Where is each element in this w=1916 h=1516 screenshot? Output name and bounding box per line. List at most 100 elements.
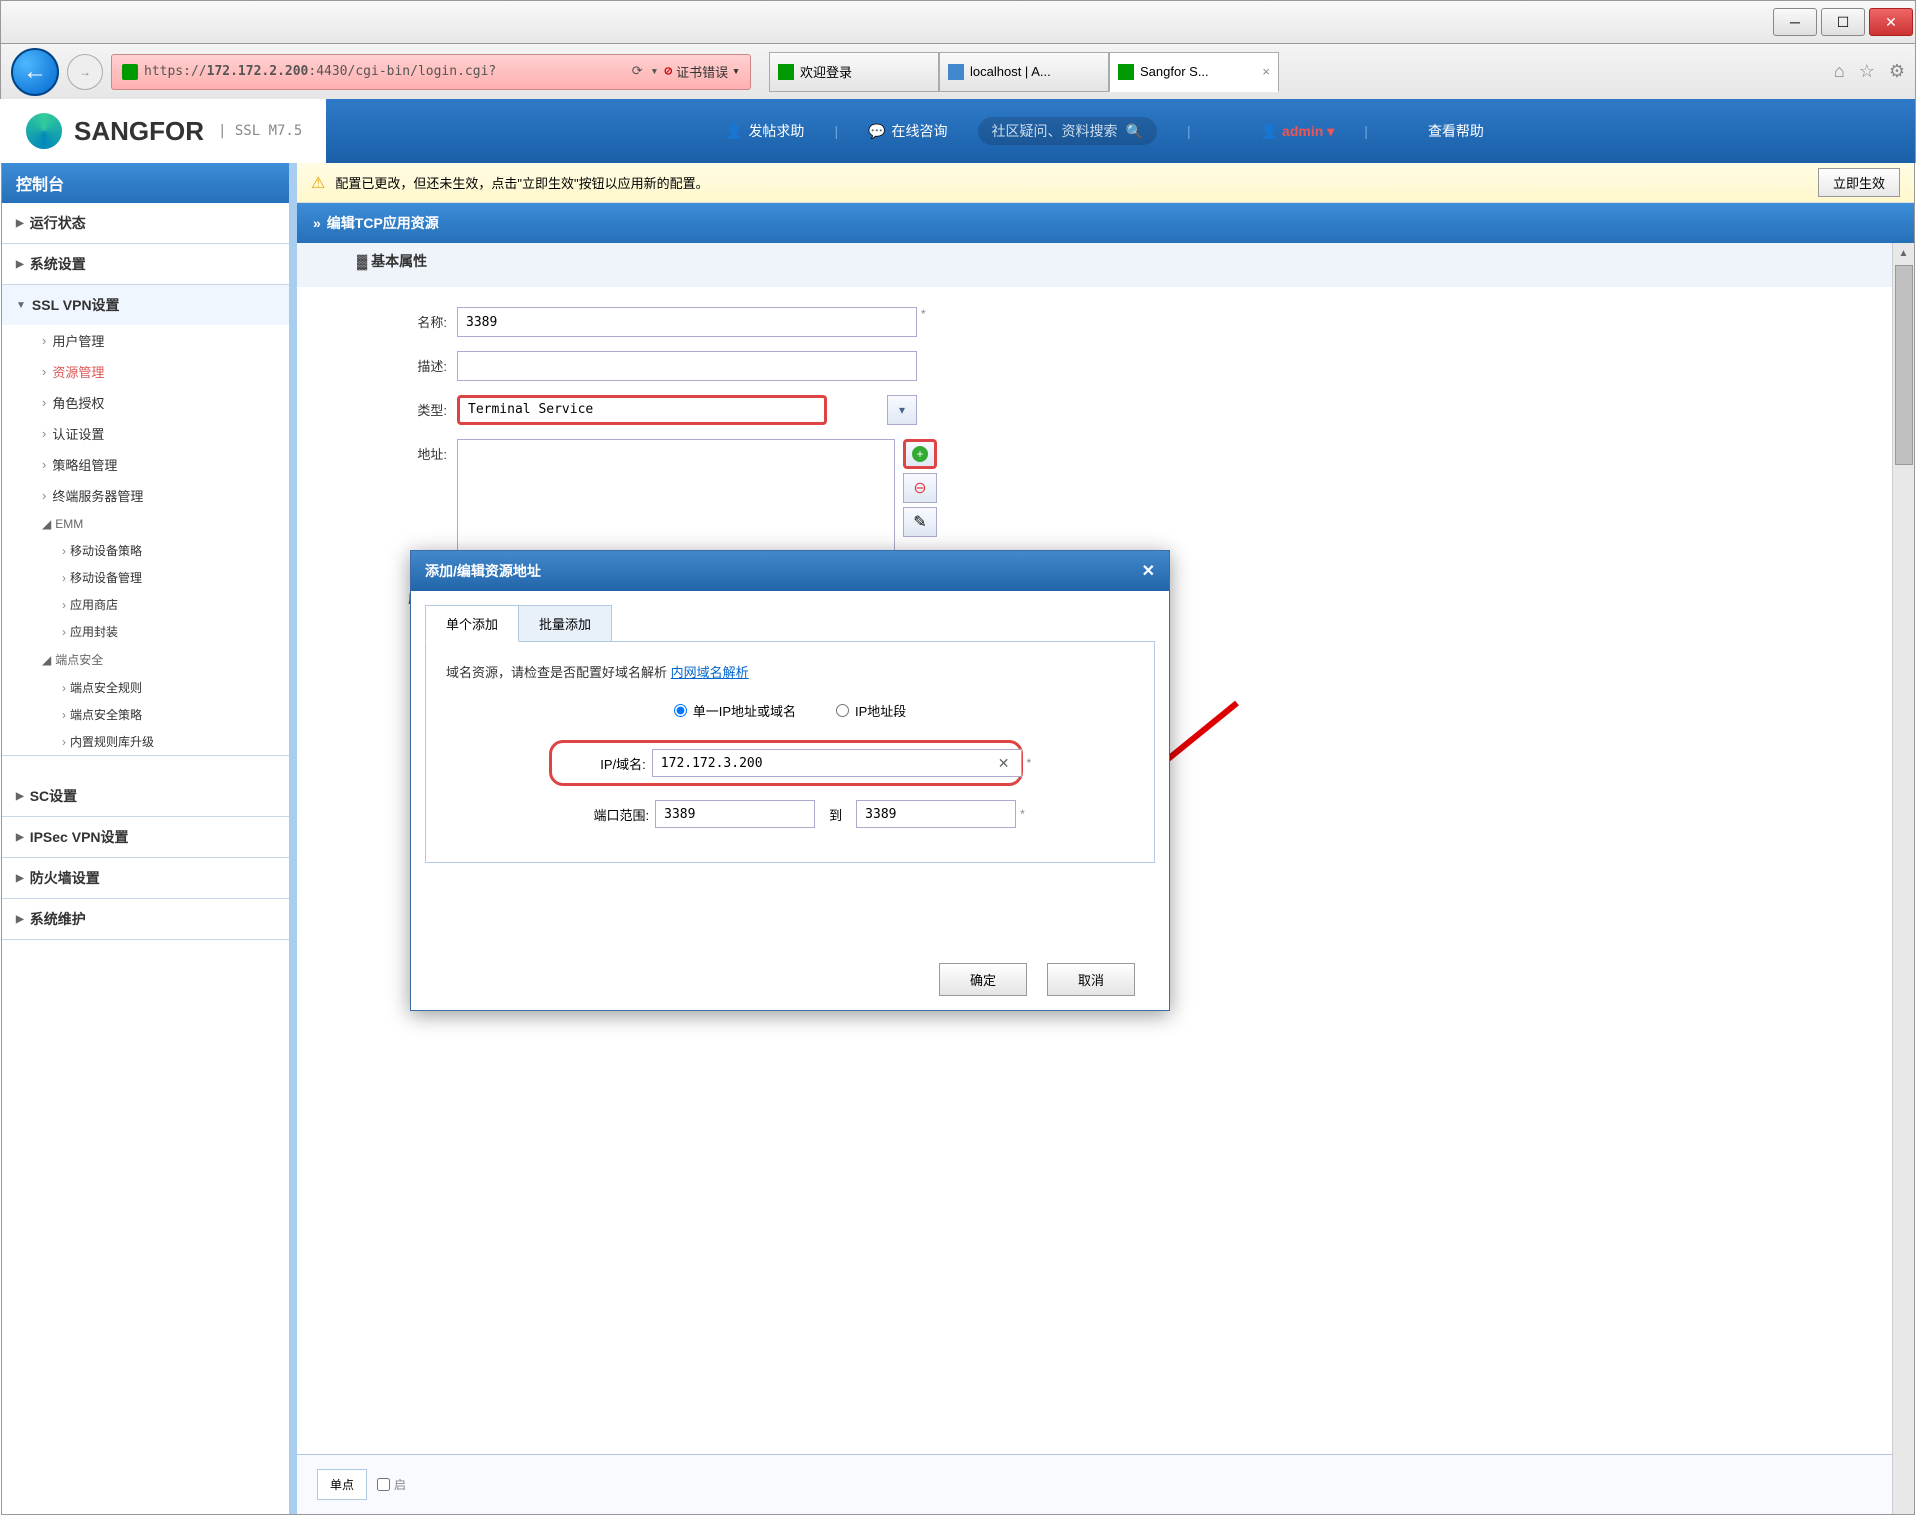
minimize-button[interactable]: ─ (1773, 8, 1817, 36)
desc-label: 描述: (327, 351, 457, 375)
cancel-button[interactable]: 取消 (1047, 963, 1135, 996)
required-mark: * (1027, 756, 1032, 770)
nav-builtin-rules[interactable]: ›内置规则库升级 (2, 728, 289, 755)
nav-role-auth[interactable]: ›角色授权 (2, 387, 289, 418)
browser-tools: ⌂ ☆ ⚙ (1834, 61, 1905, 82)
chevron-down-icon: ▾ (1327, 123, 1334, 140)
nav-endpoint-policy[interactable]: ›端点安全策略 (2, 701, 289, 728)
enable-checkbox[interactable]: 启 (377, 1476, 406, 1493)
brand-area: SANGFOR | SSL M7.5 (0, 99, 326, 163)
port-to-input[interactable] (856, 800, 1016, 828)
site-icon (122, 64, 138, 80)
online-consult-link[interactable]: 💬在线咨询 (868, 121, 947, 141)
home-icon[interactable]: ⌂ (1834, 61, 1845, 82)
alert-text: 配置已更改，但还未生效，点击"立即生效"按钮以应用新的配置。 (335, 173, 708, 192)
panel-title: »编辑TCP应用资源 (297, 203, 1914, 243)
tab-icon (948, 64, 964, 80)
nav-endpoint-rules[interactable]: ›端点安全规则 (2, 674, 289, 701)
browser-toolbar: ← → https://172.172.2.200:4430/cgi-bin/l… (0, 44, 1916, 99)
favorite-icon[interactable]: ☆ (1859, 61, 1875, 82)
port-label: 端口范围: (555, 805, 655, 824)
bottom-bar: 单点 启 (297, 1454, 1914, 1514)
delete-address-button[interactable]: ⊖ (903, 473, 937, 503)
back-button[interactable]: ← (11, 48, 59, 96)
dialog-title-bar[interactable]: 添加/编辑资源地址 ✕ (411, 551, 1169, 591)
nav-sc-settings[interactable]: ▶SC设置 (2, 776, 289, 816)
nav-system-maintain[interactable]: ▶系统维护 (2, 899, 289, 939)
type-dropdown-arrow[interactable]: ▾ (887, 395, 917, 425)
logo-icon (24, 111, 64, 151)
maximize-button[interactable]: ☐ (1821, 8, 1865, 36)
user-icon: 👤 (725, 123, 742, 140)
nav-app-wrap[interactable]: ›应用封装 (2, 618, 289, 645)
dialog-close-icon[interactable]: ✕ (1142, 561, 1155, 581)
type-label: 类型: (327, 395, 457, 419)
product-version: | SSL M7.5 (218, 123, 302, 139)
vertical-scrollbar[interactable]: ▲ (1892, 243, 1914, 1514)
nav-ssl-vpn-settings[interactable]: ▼SSL VPN设置 (2, 285, 289, 325)
url-text: https://172.172.2.200:4430/cgi-bin/login… (144, 64, 496, 79)
warning-icon: ⚠ (311, 173, 325, 193)
ok-button[interactable]: 确定 (939, 963, 1027, 996)
pencil-icon: ✎ (913, 512, 926, 532)
sidebar-title: 控制台 (2, 163, 289, 203)
sso-tab[interactable]: 单点 (317, 1469, 367, 1500)
browser-tab-active[interactable]: Sangfor S...× (1109, 52, 1279, 92)
section-basic-attrs: ▓ 基本属性 (297, 243, 1914, 287)
nav-auth-settings[interactable]: ›认证设置 (2, 418, 289, 449)
tab-icon (1118, 64, 1134, 80)
domain-hint: 域名资源，请检查是否配置好域名解析 内网域名解析 (446, 662, 1134, 681)
config-alert: ⚠ 配置已更改，但还未生效，点击"立即生效"按钮以应用新的配置。 立即生效 (297, 163, 1914, 203)
type-select[interactable]: Terminal Service (457, 395, 827, 425)
single-add-tab[interactable]: 单个添加 (425, 605, 519, 642)
add-address-button[interactable]: + (903, 439, 937, 469)
port-to-label: 到 (815, 805, 856, 824)
nav-mobile-manage[interactable]: ›移动设备管理 (2, 564, 289, 591)
tab-close-icon[interactable]: × (1262, 64, 1270, 79)
ip-range-radio[interactable]: IP地址段 (836, 701, 906, 720)
required-mark: * (921, 307, 926, 321)
required-mark: * (1020, 807, 1025, 821)
name-label: 名称: (327, 307, 457, 331)
browser-tab[interactable]: localhost | A... (939, 52, 1109, 92)
nav-app-store[interactable]: ›应用商店 (2, 591, 289, 618)
desc-input[interactable] (457, 351, 917, 381)
minus-icon: ⊖ (913, 478, 926, 498)
browser-tab[interactable]: 欢迎登录 (769, 52, 939, 92)
nav-user-management[interactable]: ›用户管理 (2, 325, 289, 356)
nav-policy-group[interactable]: ›策略组管理 (2, 449, 289, 480)
edit-address-button[interactable]: ✎ (903, 507, 937, 537)
chat-icon: 💬 (868, 123, 885, 140)
batch-add-tab[interactable]: 批量添加 (518, 605, 612, 641)
forward-button[interactable]: → (67, 54, 103, 90)
nav-ipsec-vpn[interactable]: ▶IPSec VPN设置 (2, 817, 289, 857)
ip-domain-input[interactable] (652, 749, 1022, 777)
nav-endpoint-group[interactable]: ◢端点安全 (2, 645, 289, 674)
name-input[interactable] (457, 307, 917, 337)
nav-emm-group[interactable]: ◢EMM (2, 511, 289, 537)
single-ip-radio[interactable]: 单一IP地址或域名 (674, 701, 796, 720)
cert-error-badge[interactable]: ⊘证书错误 ▾ (664, 62, 740, 81)
url-bar[interactable]: https://172.172.2.200:4430/cgi-bin/login… (111, 54, 751, 90)
nav-system-settings[interactable]: ▶系统设置 (2, 244, 289, 284)
user-icon: 👤 (1261, 123, 1278, 140)
sidebar: 控制台 ▶运行状态 ▶系统设置 ▼SSL VPN设置 ›用户管理 ›资源管理 ›… (2, 163, 297, 1514)
nav-firewall[interactable]: ▶防火墙设置 (2, 858, 289, 898)
plus-icon: + (912, 446, 928, 462)
nav-runtime-status[interactable]: ▶运行状态 (2, 203, 289, 243)
internal-dns-link[interactable]: 内网域名解析 (671, 665, 749, 680)
admin-menu[interactable]: 👤admin▾ (1261, 123, 1335, 140)
apply-now-button[interactable]: 立即生效 (1818, 168, 1900, 197)
ip-label: IP/域名: (562, 754, 652, 773)
clear-input-icon[interactable]: ✕ (998, 755, 1010, 772)
post-help-link[interactable]: 👤发帖求助 (725, 121, 804, 141)
nav-mobile-policy[interactable]: ›移动设备策略 (2, 537, 289, 564)
close-button[interactable]: ✕ (1869, 8, 1913, 36)
nav-terminal-server[interactable]: ›终端服务器管理 (2, 480, 289, 511)
settings-icon[interactable]: ⚙ (1889, 61, 1905, 82)
help-link[interactable]: 查看帮助 (1428, 121, 1484, 141)
tab-icon (778, 64, 794, 80)
port-from-input[interactable] (655, 800, 815, 828)
community-search[interactable]: 社区疑问、资料搜索🔍 (978, 117, 1157, 145)
nav-resource-management[interactable]: ›资源管理 (2, 356, 289, 387)
